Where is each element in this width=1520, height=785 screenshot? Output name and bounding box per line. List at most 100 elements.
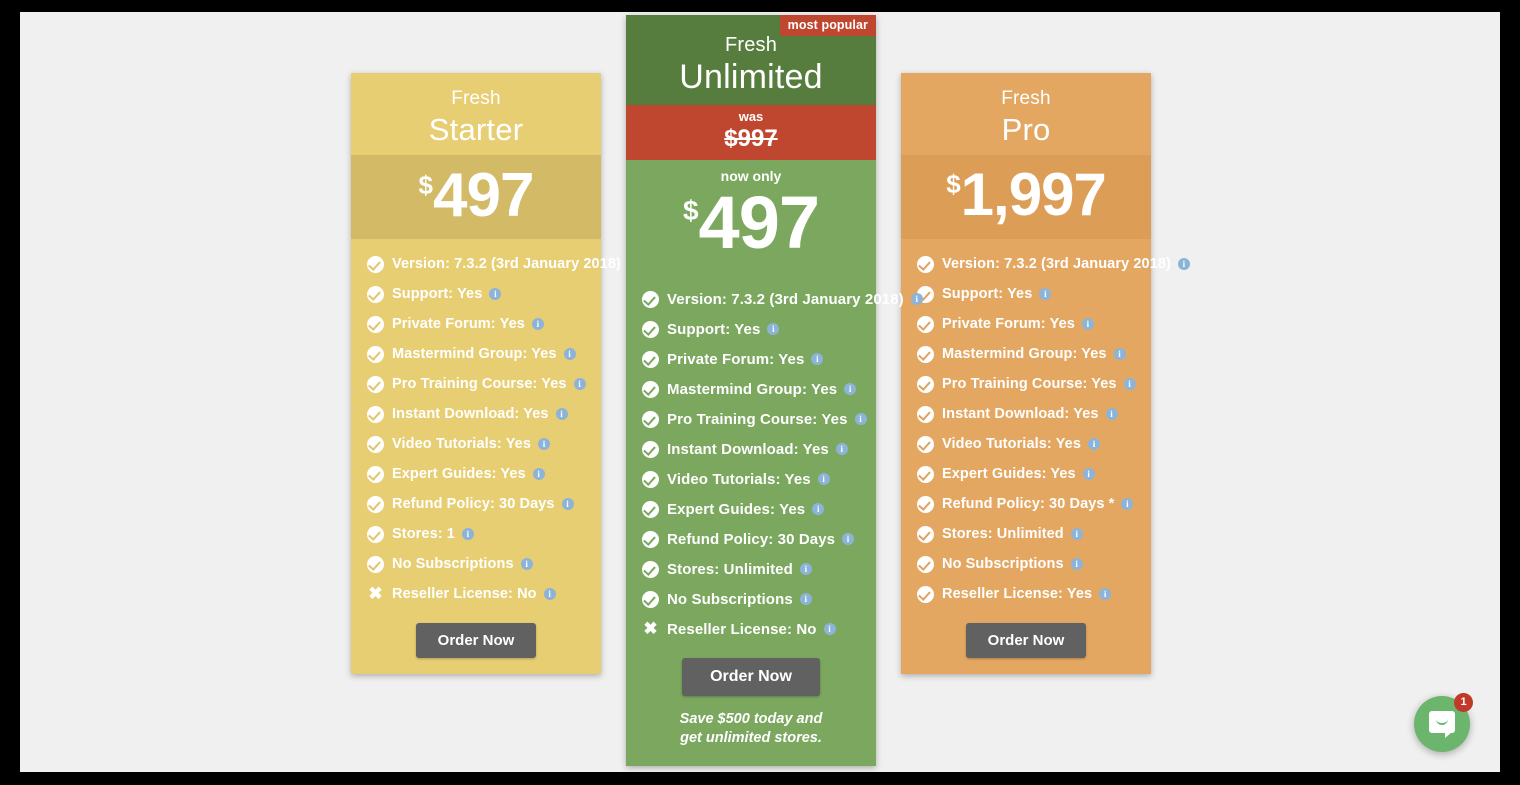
info-icon[interactable]: [767, 323, 780, 335]
feature-label: Support: Yes: [392, 286, 483, 302]
info-icon[interactable]: [1088, 438, 1100, 450]
check-icon: [367, 285, 384, 303]
check-icon: [917, 345, 934, 363]
info-icon[interactable]: [489, 288, 502, 300]
info-icon[interactable]: [835, 443, 848, 455]
check-icon: [642, 560, 659, 578]
info-icon[interactable]: [811, 353, 824, 365]
check-icon: [367, 255, 384, 273]
info-icon[interactable]: [532, 468, 545, 480]
feature-label: Video Tutorials: Yes: [942, 436, 1081, 452]
check-icon: [642, 350, 659, 368]
info-icon[interactable]: [844, 383, 857, 395]
info-icon[interactable]: [1039, 288, 1052, 300]
chat-launcher-button[interactable]: 1: [1414, 693, 1473, 752]
feature-label: Version: 7.3.2 (3rd January 2018): [667, 290, 904, 308]
feature-label: Refund Policy: 30 Days: [392, 496, 555, 512]
info-icon[interactable]: [799, 593, 812, 605]
info-icon[interactable]: [538, 438, 550, 450]
currency-symbol: $: [682, 195, 699, 226]
info-icon[interactable]: [910, 293, 923, 305]
feature-item: Stores: Unlimited: [626, 554, 876, 584]
info-icon[interactable]: [1113, 348, 1126, 360]
promo-line-1: Save $500 today and: [679, 711, 823, 727]
feature-label: Video Tutorials: Yes: [392, 436, 531, 452]
old-price-band: was $997: [626, 105, 876, 160]
info-icon[interactable]: [520, 558, 533, 570]
feature-item: No Subscriptions: [901, 549, 1151, 579]
plan-name: Starter: [428, 112, 524, 147]
info-icon[interactable]: [817, 473, 830, 485]
feature-item: Reseller License: Yes: [901, 579, 1151, 609]
feature-label: Private Forum: Yes: [942, 316, 1075, 332]
info-icon[interactable]: [555, 408, 568, 420]
info-icon[interactable]: [1082, 468, 1095, 480]
plan-brand: Fresh: [451, 88, 501, 109]
feature-label: Private Forum: Yes: [667, 350, 805, 368]
info-icon[interactable]: [573, 378, 586, 390]
feature-item: Instant Download: Yes: [351, 399, 601, 429]
order-now-button-unlimited[interactable]: Order Now: [682, 658, 820, 696]
feature-item: Private Forum: Yes: [351, 309, 601, 339]
feature-label: Stores: Unlimited: [942, 526, 1064, 542]
feature-item: Version: 7.3.2 (3rd January 2018): [901, 249, 1190, 279]
feature-label: Pro Training Course: Yes: [942, 376, 1117, 392]
plan-name: Unlimited: [679, 58, 823, 96]
check-icon: [367, 375, 384, 393]
info-icon[interactable]: [531, 318, 544, 330]
order-button-wrap: Order Now: [901, 615, 1151, 658]
feature-label: Instant Download: Yes: [392, 406, 549, 422]
price-amount: 497: [433, 161, 534, 230]
info-icon[interactable]: [561, 498, 574, 510]
info-icon[interactable]: [1070, 528, 1083, 540]
feature-label: Video Tutorials: Yes: [667, 470, 811, 488]
order-button-wrap: Order Now: [626, 650, 876, 696]
plan-brand: Fresh: [724, 34, 778, 56]
pricing-card-starter: Fresh Starter $497 Version: 7.3.2 (3rd J…: [351, 73, 640, 674]
check-icon: [642, 530, 659, 548]
info-icon[interactable]: [461, 528, 474, 540]
info-icon[interactable]: [842, 533, 855, 545]
info-icon[interactable]: [1081, 318, 1094, 330]
check-icon: [367, 465, 384, 483]
feature-item: Video Tutorials: Yes: [901, 429, 1151, 459]
info-icon[interactable]: [854, 413, 867, 425]
check-icon: [642, 440, 659, 458]
info-icon[interactable]: [1123, 378, 1136, 390]
currency-symbol: $: [418, 170, 433, 200]
info-icon[interactable]: [1121, 498, 1134, 510]
check-icon: [642, 500, 659, 518]
info-icon[interactable]: [563, 348, 576, 360]
currency-symbol: $: [946, 169, 961, 199]
feature-item: Support: Yes: [626, 314, 876, 344]
feature-list-starter: Version: 7.3.2 (3rd January 2018) Support…: [351, 239, 640, 615]
info-icon[interactable]: [1177, 258, 1190, 270]
feature-item: Expert Guides: Yes: [351, 459, 601, 489]
check-icon: [367, 495, 384, 513]
info-icon[interactable]: [543, 588, 556, 600]
check-icon: [642, 380, 659, 398]
check-icon: [917, 555, 934, 573]
check-icon: [917, 375, 934, 393]
feature-item: Stores: Unlimited: [901, 519, 1151, 549]
info-icon[interactable]: [1070, 558, 1083, 570]
check-icon: [642, 290, 659, 308]
check-icon: [917, 495, 934, 513]
feature-item: Pro Training Course: Yes: [626, 404, 876, 434]
feature-label: Refund Policy: 30 Days: [667, 530, 836, 548]
info-icon[interactable]: [823, 623, 836, 635]
feature-item: Refund Policy: 30 Days: [351, 489, 601, 519]
feature-label: Private Forum: Yes: [392, 316, 525, 332]
info-icon[interactable]: [1105, 408, 1118, 420]
order-now-button-starter[interactable]: Order Now: [415, 623, 537, 658]
feature-label: Pro Training Course: Yes: [667, 410, 848, 428]
info-icon[interactable]: [799, 563, 812, 575]
info-icon[interactable]: [812, 503, 825, 515]
feature-item: Refund Policy: 30 Days: [626, 524, 876, 554]
feature-item: Version: 7.3.2 (3rd January 2018): [351, 249, 640, 279]
pricing-card-unlimited: most popular Fresh Unlimited was $997 no…: [626, 15, 923, 766]
check-icon: [642, 470, 659, 488]
order-now-button-pro[interactable]: Order Now: [965, 623, 1087, 658]
info-icon[interactable]: [1099, 588, 1112, 600]
check-icon: [367, 405, 384, 423]
